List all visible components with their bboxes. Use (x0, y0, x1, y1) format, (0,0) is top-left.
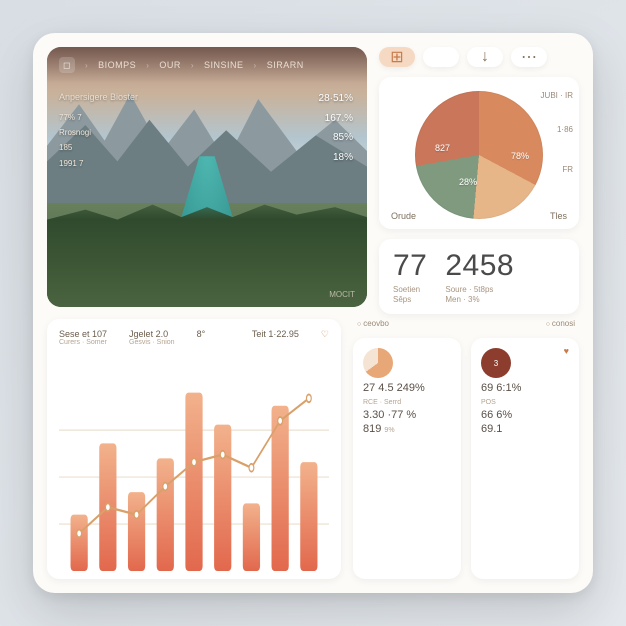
pie-chart[interactable]: 827 28% 78% (415, 91, 543, 219)
heart-icon[interactable]: ♥ (564, 346, 569, 356)
bottom-row: Sese et 107Curers · Somer Jgelet 2.0Gesv… (47, 319, 579, 579)
nav-item-1[interactable]: OUR (159, 60, 181, 70)
pie-side-2: FR (562, 165, 573, 175)
download-button[interactable]: ↓ (467, 47, 503, 67)
pie-side-0: JUBI · IR (541, 91, 573, 101)
hero-footnote: MOCIT (329, 290, 355, 299)
ring-b: 3 (481, 348, 511, 378)
hero-right-stats: 28·51% 167.% 85% 18% (319, 89, 353, 167)
pie-side-1: 1·86 (557, 125, 573, 135)
nav-item-2[interactable]: SINSINE (204, 60, 244, 70)
dashboard-device: ◻ › BIOMPS › OUR › SINSINE › SIRARN Anpe… (33, 33, 593, 593)
metric-card-a[interactable]: 27 4.5 249% RCE · Serrd 3.30 ·77 % 819 9… (353, 338, 461, 579)
nav-item-0[interactable]: BIOMPS (98, 60, 136, 70)
hero-subtitle: Anpersigere Bioster (59, 89, 138, 106)
pie-label-c: 78% (511, 151, 529, 161)
kpi-value-b: 2458 (445, 249, 514, 283)
spacer-pill (423, 47, 459, 67)
nav-item-3[interactable]: SIRARN (267, 60, 304, 70)
chart-header: Sese et 107Curers · Somer Jgelet 2.0Gesv… (59, 329, 329, 346)
kpi-value-a: 77 (393, 249, 427, 283)
pie-legend-right: Tles (550, 211, 567, 221)
heart-icon[interactable]: ♡ (321, 329, 329, 340)
action-pill-row: ⊞ ↓ ⋯ (379, 47, 579, 67)
hero-left-stats: Anpersigere Bioster 77% 7 Rrosnogi 185 1… (59, 89, 138, 171)
metrics-column: ceovbo conosi 27 4.5 249% RCE · Serrd 3.… (353, 319, 579, 579)
metrics-head-left[interactable]: ceovbo (357, 319, 389, 328)
pie-card: 827 28% 78% JUBI · IR 1·86 FR Orude Tles (379, 77, 579, 229)
bar-line-chart[interactable] (59, 352, 329, 571)
chart-card: Sese et 107Curers · Somer Jgelet 2.0Gesv… (47, 319, 341, 579)
top-row: ◻ › BIOMPS › OUR › SINSINE › SIRARN Anpe… (47, 47, 579, 307)
pie-legend-left: Orude (391, 211, 416, 221)
kpi-card: 77 SoetienSêps 2458 Soure · 5t8psMen · 3… (379, 239, 579, 314)
metric-card-b[interactable]: ♥ 3 69 6:1% POS 66 6% 69.1 (471, 338, 579, 579)
ring-a (363, 348, 393, 378)
side-column: ⊞ ↓ ⋯ 827 28% 78% JUBI · IR 1·86 FR Orud… (379, 47, 579, 307)
pie-label-a: 827 (435, 143, 450, 153)
pie-label-b: 28% (459, 177, 477, 187)
hero-panel: ◻ › BIOMPS › OUR › SINSINE › SIRARN Anpe… (47, 47, 367, 307)
grid-button[interactable]: ⊞ (379, 47, 415, 67)
hero-navbar: ◻ › BIOMPS › OUR › SINSINE › SIRARN (47, 47, 367, 83)
menu-icon[interactable]: ◻ (59, 57, 75, 73)
more-button[interactable]: ⋯ (511, 47, 547, 67)
metrics-head-right[interactable]: conosi (546, 319, 575, 328)
chevron-right-icon: › (85, 61, 88, 70)
